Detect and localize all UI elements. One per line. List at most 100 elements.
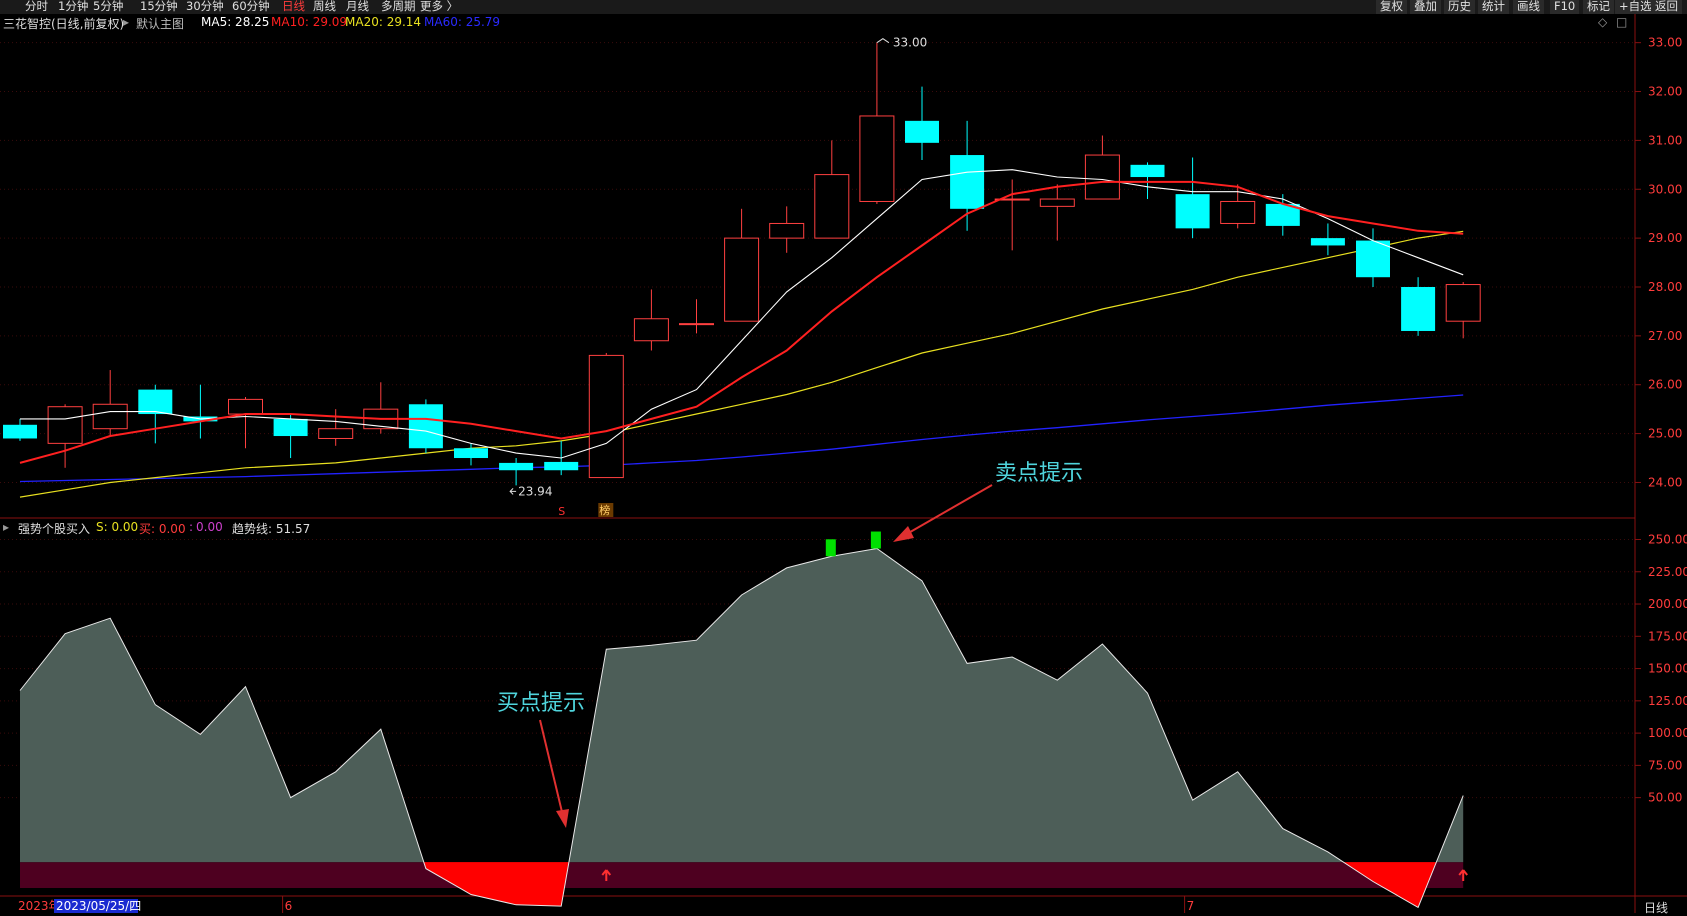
x-axis-label: 2023/05/25/四	[56, 899, 141, 913]
toolbar-button-7[interactable]: +自选	[1615, 0, 1656, 14]
ma10-legend: MA10: 29.09	[271, 15, 348, 29]
sub-tick-label: 150.00	[1648, 662, 1687, 676]
candle	[183, 384, 218, 439]
candle-body	[228, 398, 263, 415]
trend-area-positive	[568, 548, 1344, 863]
tab-6[interactable]: 日线	[282, 0, 305, 13]
candle	[1401, 277, 1436, 336]
candle-body	[1130, 164, 1165, 178]
tab-8[interactable]: 月线	[346, 0, 369, 13]
main-tick-label: 29.00	[1648, 231, 1682, 245]
candle	[859, 42, 895, 204]
candle	[633, 289, 669, 351]
candle-body	[1401, 286, 1436, 331]
sub-tick-label: 200.00	[1648, 597, 1687, 611]
tab-1[interactable]: 1分钟	[58, 0, 88, 13]
x-axis-label: 7	[1187, 899, 1195, 913]
toolbar-button-0[interactable]: 复权	[1376, 0, 1407, 14]
candle-body	[679, 323, 714, 326]
candle-body	[724, 237, 760, 322]
main-tick-label: 33.00	[1648, 36, 1682, 50]
tab-10[interactable]: 更多 〉	[420, 0, 458, 13]
trend-line-legend: 趋势线: 51.57	[232, 522, 311, 536]
sub-tick-label: 175.00	[1648, 629, 1687, 643]
main-tick-label: 32.00	[1648, 85, 1682, 99]
main-tick-label: 24.00	[1648, 475, 1682, 489]
sell-annotation-arrow-shaft	[904, 484, 993, 536]
candle-body	[1039, 198, 1075, 207]
candle-body	[1175, 194, 1210, 229]
candle	[92, 370, 128, 437]
diamond-icon[interactable]: ◇	[1598, 15, 1607, 29]
separator-label: :	[189, 520, 194, 534]
candle-body	[454, 448, 488, 459]
sub-tick-label: 100.00	[1648, 726, 1687, 740]
candle	[1175, 157, 1210, 239]
candle	[47, 404, 83, 468]
tab-3[interactable]: 15分钟	[140, 0, 178, 13]
template-chevron-icon[interactable]: ▸	[123, 15, 129, 29]
toolbar-button-1[interactable]: 叠加	[1410, 0, 1441, 14]
s-marker: S	[558, 505, 565, 518]
indicator-title: 强势个股买入	[18, 522, 91, 536]
candle-body	[273, 418, 308, 437]
candle-body	[633, 318, 669, 342]
main-tick-label: 30.00	[1648, 182, 1682, 196]
main-tick-label: 28.00	[1648, 280, 1682, 294]
buy-annotation-arrow-shaft	[539, 719, 563, 813]
candle-body	[1310, 238, 1345, 246]
toolbar-button-4[interactable]: 画线	[1513, 0, 1544, 14]
period-toolbar: 分时 1分钟 5分钟 15分钟 30分钟 60分钟 日线 周线 月线 多周期 更多 〉 复权 叠加 历史统…	[0, 0, 1687, 14]
sub-tick-label: 250.00	[1648, 532, 1687, 546]
main-tick-label: 27.00	[1648, 329, 1682, 343]
s-value-legend: S: 0.00	[96, 520, 139, 534]
candle-body	[588, 354, 624, 479]
buy-value-legend: 买: 0.00	[139, 522, 186, 536]
toolbar-button-6[interactable]: 标记	[1583, 0, 1614, 14]
indicator-chevron-icon[interactable]: ▸	[3, 520, 9, 534]
candle-body	[814, 174, 850, 239]
sub-tick-label: 50.00	[1648, 791, 1682, 805]
main-tick-label: 25.00	[1648, 427, 1682, 441]
toolbar-button-5[interactable]: F10	[1550, 0, 1580, 14]
toolbar-button-3[interactable]: 统计	[1478, 0, 1509, 14]
x-axis-label: 6	[285, 899, 293, 913]
tab-7[interactable]: 周线	[313, 0, 336, 13]
candle	[769, 206, 805, 253]
candle	[724, 208, 760, 322]
maximize-icon[interactable]: □	[1616, 15, 1627, 29]
sub-tick-label: 75.00	[1648, 758, 1682, 772]
tab-9[interactable]: 多周期	[381, 0, 416, 13]
candle	[273, 414, 308, 459]
buy-point-annotation: 买点提示	[497, 691, 586, 716]
chart-template-select[interactable]: 默认主图	[136, 15, 184, 32]
toolbar-button-8[interactable]: 返回	[1651, 0, 1682, 14]
candle	[814, 140, 850, 239]
tab-5[interactable]: 60分钟	[232, 0, 270, 13]
main-tick-label: 26.00	[1648, 378, 1682, 392]
tab-4[interactable]: 30分钟	[186, 0, 224, 13]
candle-body	[769, 222, 805, 239]
candle	[499, 458, 534, 486]
ma5-legend: MA5: 28.25	[201, 15, 270, 29]
ma60-legend: MA60: 25.79	[424, 15, 501, 29]
candle-body	[3, 424, 37, 439]
candle-body	[499, 462, 534, 471]
toolbar-button-2[interactable]: 历史	[1444, 0, 1475, 14]
sell-annotation-arrow-head	[893, 526, 914, 542]
candle	[454, 443, 488, 466]
candle	[3, 418, 37, 441]
candle	[905, 86, 939, 160]
sell-point-marker	[825, 539, 836, 557]
high-price-label: 33.00	[893, 36, 927, 50]
low-price-label: 23.94	[518, 484, 552, 498]
candle	[1445, 282, 1481, 339]
zero-value-legend: 0.00	[196, 520, 223, 534]
candle-body	[1220, 200, 1256, 224]
bang-marker: 榜	[599, 503, 610, 517]
candle	[228, 396, 263, 449]
tab-0[interactable]: 分时	[25, 0, 48, 13]
tab-2[interactable]: 5分钟	[93, 0, 123, 13]
main-tick-label: 31.00	[1648, 133, 1682, 147]
candle-body	[138, 389, 173, 415]
